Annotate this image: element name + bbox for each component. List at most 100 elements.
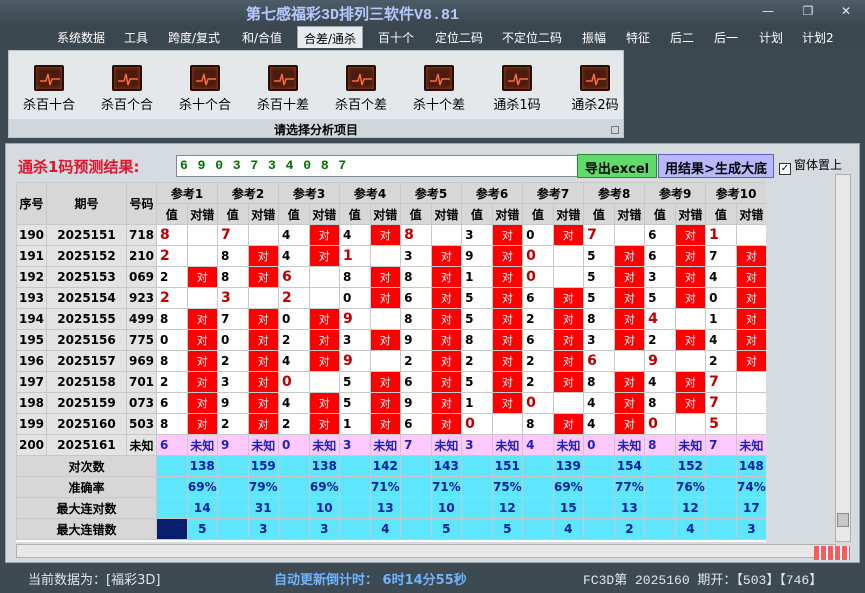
stat-value: 10 [308,497,341,519]
horizontal-scrollbar[interactable] [16,544,836,558]
checkbox-icon[interactable]: ✓ [779,163,791,175]
analysis-panel: 通杀1码预测结果: 6 9 0 3 7 3 4 0 8 7 导出excel 用结… [5,143,860,563]
ref-value: 7 [705,245,737,267]
result-subheader: 对错 [369,203,402,225]
stat-row: 最大连错数 5 3 3 4 5 5 4 2 4 3 [16,518,766,540]
stat-spacer [705,476,737,498]
row-number: 969 [126,350,157,372]
ref-result-hit: 对 [247,413,280,435]
table-row[interactable]: 193 2025154 923 2 3 2 0 对 6 对 5 对 6 对 5 对 5 对 0 对 [16,287,766,309]
ribbon-button-5[interactable]: 杀百个差 [321,65,401,113]
table-row[interactable]: 197 2025158 701 2 对 3 对 0 5 对 6 对 5 对 2 对 8 对 4 对 7 [16,371,766,393]
ref-value: 8 [217,245,249,267]
ref-result-miss [491,413,524,435]
menu-item-10[interactable]: 特征 [626,29,650,46]
row-period: 2025153 [46,266,127,288]
table-row[interactable]: 199 2025160 503 8 对 2 对 2 对 1 对 6 对 0 8 对 4 对 0 5 [16,413,766,435]
ref-value: 1 [339,413,371,435]
ref-value: 2 [156,287,188,309]
ref-value: 1 [705,224,737,246]
stat-spacer [278,476,310,498]
export-excel-button[interactable]: 导出excel [577,154,657,178]
table-row[interactable]: 195 2025156 775 0 对 0 对 2 对 3 对 9 对 8 对 6 对 3 对 2 对 4 对 [16,329,766,351]
table-row[interactable]: 190 2025151 718 8 7 4 对 4 对 8 3 对 0 对 7 6 对 1 [16,224,766,246]
generate-base-button[interactable]: 用结果>生成大底 [658,154,774,178]
ref-result-hit: 对 [735,350,766,372]
ribbon-button-6[interactable]: 杀十个差 [399,65,479,113]
stat-value: 74% [735,476,766,498]
menu-item-5[interactable]: 合差/通杀 [297,26,364,48]
stat-spacer [339,497,371,519]
ref-result-hit: 对 [552,413,585,435]
ref-result-hit: 对 [430,329,463,351]
ref-value: 4 [278,350,310,372]
minimize-button[interactable]: — [757,4,779,18]
ribbon-button-8[interactable]: 通杀2码 [555,65,635,113]
table-row[interactable]: 200 2025161 未知 6 未知 9 未知 0 未知 3 未知 7 未知 3 未知 4 未知 0 未知 8 未知 7… [16,434,766,456]
table-row[interactable]: 198 2025159 073 6 对 9 对 4 对 5 对 9 对 1 对 0 4 对 8 对 7 [16,392,766,414]
stat-spacer [705,497,737,519]
stat-label: 准确率 [16,476,157,498]
stat-spacer [339,455,371,477]
ref-value: 8 [339,266,371,288]
ref-value: 7 [217,224,249,246]
stat-spacer [339,518,371,540]
ribbon-button-1[interactable]: 杀百十合 [9,65,89,113]
ribbon-button-4[interactable]: 杀百十差 [243,65,323,113]
ref-value: 2 [278,287,310,309]
table-row[interactable]: 194 2025155 499 8 对 7 对 0 对 9 8 对 5 对 2 对 8 对 4 1 对 [16,308,766,330]
table-row[interactable]: 192 2025153 069 2 对 8 对 6 8 对 8 对 1 对 0 5 对 3 对 4 对 [16,266,766,288]
app-title: 第七感福彩3D排列三软件V8.81 [246,7,460,24]
menu-item-8[interactable]: 不定位二码 [502,29,562,46]
menu-item-13[interactable]: 计划 [759,29,783,46]
menu-item-6[interactable]: 百十个 [378,29,414,46]
menu-item-11[interactable]: 后二 [670,29,694,46]
ribbon-button-label: 杀十个差 [412,98,465,113]
ref-result-hit: 对 [613,287,646,309]
chart-icon [112,65,142,91]
stat-value: 5 [186,518,219,540]
close-button[interactable]: ✕ [835,4,857,18]
menu-item-12[interactable]: 后一 [714,29,738,46]
ref-value: 6 [400,413,432,435]
stat-spacer [278,497,310,519]
stat-spacer [644,518,676,540]
ref-value: 4 [339,224,371,246]
scroll-thumb[interactable] [837,513,849,527]
row-period: 2025155 [46,308,127,330]
ref-result-hit: 对 [369,329,402,351]
menu-item-2[interactable]: 工具 [124,29,148,46]
row-seq: 190 [16,224,47,246]
value-subheader: 值 [522,203,554,225]
menu-item-1[interactable]: 系统数据 [57,29,105,46]
col-seq-header: 序号 [16,182,47,225]
table-row[interactable]: 191 2025152 210 2 8 对 4 对 1 3 对 9 对 0 5 对 6 对 7 对 [16,245,766,267]
ref-value: 1 [461,266,493,288]
ref-value: 7 [583,224,615,246]
vertical-scrollbar[interactable] [835,174,851,542]
ribbon-button-7[interactable]: 通杀1码 [477,65,557,113]
ribbon-expand-icon[interactable] [611,126,619,134]
ref-value: 4 [583,413,615,435]
maximize-button[interactable]: ❐ [797,4,819,18]
ref-result-hit: 对 [613,266,646,288]
row-seq: 199 [16,413,47,435]
ref-result-hit: 对 [247,308,280,330]
ref-result-hit: 对 [430,308,463,330]
ref-value: 8 [644,434,676,456]
stat-spacer [217,455,249,477]
menu-item-9[interactable]: 振幅 [582,29,606,46]
menu-item-4[interactable]: 和/合值 [242,29,282,46]
ribbon-button-3[interactable]: 杀十个合 [165,65,245,113]
prediction-result-field[interactable]: 6 9 0 3 7 3 4 0 8 7 [176,155,581,177]
topmost-checkbox[interactable]: ✓ 窗体置上 [779,156,842,175]
stat-spacer [461,518,493,540]
menu-item-7[interactable]: 定位二码 [435,29,483,46]
stat-spacer [156,518,188,540]
ribbon-button-2[interactable]: 杀百个合 [87,65,167,113]
ref-value: 2 [522,308,554,330]
stat-spacer [583,497,615,519]
menu-item-3[interactable]: 跨度/复式 [168,29,220,46]
menu-item-14[interactable]: 计划2 [802,29,834,46]
table-row[interactable]: 196 2025157 969 8 对 2 对 4 对 9 2 对 2 对 2 对 6 9 2 对 [16,350,766,372]
